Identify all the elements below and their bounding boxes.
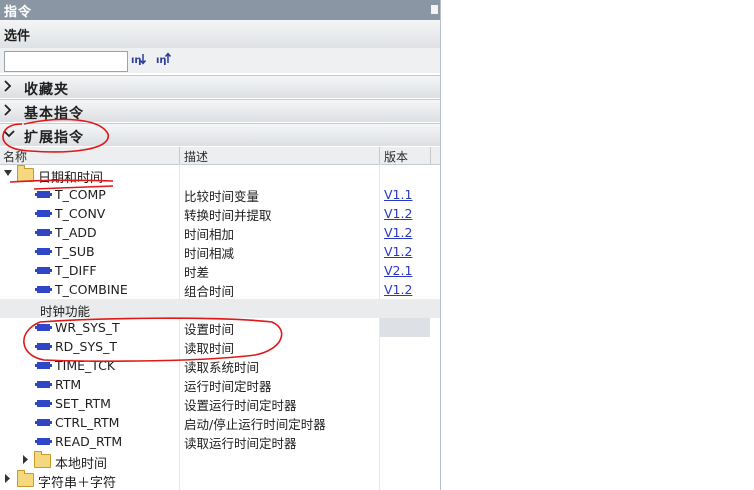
column-name[interactable]: 名称 bbox=[3, 148, 27, 165]
instruction-name: TIME_TCK bbox=[55, 358, 116, 373]
instruction-row[interactable]: T_CONV 转换时间并提取 V1.2 bbox=[0, 204, 440, 223]
block-icon bbox=[35, 419, 52, 426]
instruction-row[interactable]: T_COMP 比较时间变量 V1.1 bbox=[0, 185, 440, 204]
folder-icon bbox=[17, 470, 34, 487]
instruction-desc: 转换时间并提取 bbox=[184, 208, 272, 223]
instruction-desc: 组合时间 bbox=[184, 284, 235, 299]
svg-text:ıη: ıη bbox=[131, 55, 142, 66]
instruction-name: RD_SYS_T bbox=[55, 339, 117, 354]
panel-titlebar: 指令 bbox=[0, 0, 440, 20]
block-icon bbox=[35, 343, 52, 350]
instruction-row[interactable]: RTM 运行时间定时器 bbox=[0, 375, 440, 394]
instruction-name: T_ADD bbox=[55, 225, 97, 240]
block-icon bbox=[35, 286, 52, 293]
group-clock: 时钟功能 bbox=[0, 299, 440, 319]
block-icon bbox=[35, 381, 52, 388]
instruction-desc: 设置运行时间定时器 bbox=[184, 398, 297, 413]
folder-string[interactable]: 字符串＋字符 bbox=[0, 470, 440, 490]
folder-label: 日期和时间 bbox=[38, 171, 104, 186]
instruction-desc: 比较时间变量 bbox=[184, 189, 260, 204]
block-icon bbox=[35, 267, 52, 274]
instruction-name: CTRL_RTM bbox=[55, 415, 120, 430]
instruction-row[interactable]: T_SUB 时间相减 V1.2 bbox=[0, 242, 440, 261]
block-icon bbox=[35, 438, 52, 445]
search-row: ıη ıη bbox=[0, 48, 440, 73]
version-link[interactable]: V1.2 bbox=[384, 282, 412, 297]
expand-down-icon[interactable] bbox=[4, 169, 13, 181]
block-icon bbox=[35, 362, 52, 369]
folder-icon bbox=[34, 451, 51, 468]
instruction-name: T_CONV bbox=[55, 206, 106, 221]
svg-text:ıη: ıη bbox=[156, 55, 167, 66]
chevron-down-icon bbox=[3, 127, 15, 144]
instruction-row[interactable]: T_COMBINE 组合时间 V1.2 bbox=[0, 280, 440, 299]
instruction-desc: 读取运行时间定时器 bbox=[184, 436, 297, 451]
instruction-desc: 时间相减 bbox=[184, 246, 235, 261]
instruction-name: WR_SYS_T bbox=[55, 320, 120, 335]
instruction-name: T_SUB bbox=[55, 244, 95, 259]
instruction-row[interactable]: SET_RTM 设置运行时间定时器 bbox=[0, 394, 440, 413]
category-label: 收藏夹 bbox=[24, 82, 69, 98]
options-label: 选件 bbox=[4, 29, 31, 44]
instruction-desc: 读取系统时间 bbox=[184, 360, 260, 375]
instruction-row[interactable]: TIME_TCK 读取系统时间 bbox=[0, 356, 440, 375]
instruction-desc: 运行时间定时器 bbox=[184, 379, 272, 394]
sort-icon[interactable]: ıη bbox=[156, 52, 173, 68]
instruction-desc: 启动/停止运行时间定时器 bbox=[184, 417, 326, 432]
column-desc[interactable]: 描述 bbox=[184, 148, 208, 165]
version-link[interactable]: V2.1 bbox=[384, 263, 412, 278]
column-divider[interactable] bbox=[379, 147, 380, 164]
instruction-row[interactable]: CTRL_RTM 启动/停止运行时间定时器 bbox=[0, 413, 440, 432]
expand-right-icon[interactable] bbox=[4, 474, 12, 487]
instruction-row[interactable]: WR_SYS_T 设置时间 bbox=[0, 318, 440, 337]
pin-icon[interactable] bbox=[431, 5, 438, 14]
instruction-name: READ_RTM bbox=[55, 434, 123, 449]
panel-title: 指令 bbox=[4, 5, 33, 20]
folder-icon bbox=[17, 165, 34, 182]
category-label: 扩展指令 bbox=[24, 130, 84, 146]
column-version[interactable]: 版本 bbox=[384, 148, 408, 165]
search-input[interactable] bbox=[4, 51, 128, 72]
block-icon bbox=[35, 229, 52, 236]
instruction-desc: 设置时间 bbox=[184, 322, 235, 337]
filter-icon[interactable]: ıη bbox=[131, 52, 148, 68]
block-icon bbox=[35, 324, 52, 331]
chevron-right-icon bbox=[3, 79, 13, 96]
block-icon bbox=[35, 248, 52, 255]
selected-cell bbox=[380, 318, 430, 337]
category-favorites[interactable]: 收藏夹 bbox=[0, 75, 440, 98]
column-header: 名称 描述 版本 bbox=[0, 147, 440, 165]
folder-datetime[interactable]: 日期和时间 bbox=[0, 165, 440, 186]
instruction-name: T_COMBINE bbox=[55, 282, 128, 297]
folder-label: 字符串＋字符 bbox=[38, 476, 117, 490]
category-extended[interactable]: 扩展指令 bbox=[0, 123, 440, 146]
expand-right-icon[interactable] bbox=[22, 455, 30, 468]
instructions-panel: 指令 选件 ıη ıη 收藏夹 基本指令 扩展指令 名称 描述 版本 日期和时间… bbox=[0, 0, 441, 490]
instruction-row[interactable]: T_DIFF 时差 V2.1 bbox=[0, 261, 440, 280]
instruction-row[interactable]: READ_RTM 读取运行时间定时器 bbox=[0, 432, 440, 451]
instruction-desc: 时间相加 bbox=[184, 227, 235, 242]
block-icon bbox=[35, 400, 52, 407]
version-link[interactable]: V1.2 bbox=[384, 225, 412, 240]
category-basic[interactable]: 基本指令 bbox=[0, 99, 440, 122]
instruction-row[interactable]: RD_SYS_T 读取时间 bbox=[0, 337, 440, 356]
folder-localtime[interactable]: 本地时间 bbox=[0, 451, 440, 472]
column-divider[interactable] bbox=[430, 147, 431, 164]
category-label: 基本指令 bbox=[24, 106, 84, 122]
version-link[interactable]: V1.1 bbox=[384, 187, 412, 202]
options-header[interactable]: 选件 bbox=[0, 20, 440, 49]
block-icon bbox=[35, 191, 52, 198]
instruction-desc: 时差 bbox=[184, 265, 210, 280]
instruction-name: T_DIFF bbox=[55, 263, 97, 278]
version-link[interactable]: V1.2 bbox=[384, 244, 412, 259]
column-divider[interactable] bbox=[179, 147, 180, 164]
instruction-name: SET_RTM bbox=[55, 396, 111, 411]
instruction-name: T_COMP bbox=[55, 187, 106, 202]
chevron-right-icon bbox=[3, 103, 13, 120]
version-link[interactable]: V1.2 bbox=[384, 206, 412, 221]
instruction-row[interactable]: T_ADD 时间相加 V1.2 bbox=[0, 223, 440, 242]
instruction-desc: 读取时间 bbox=[184, 341, 235, 356]
block-icon bbox=[35, 210, 52, 217]
instruction-name: RTM bbox=[55, 377, 82, 392]
